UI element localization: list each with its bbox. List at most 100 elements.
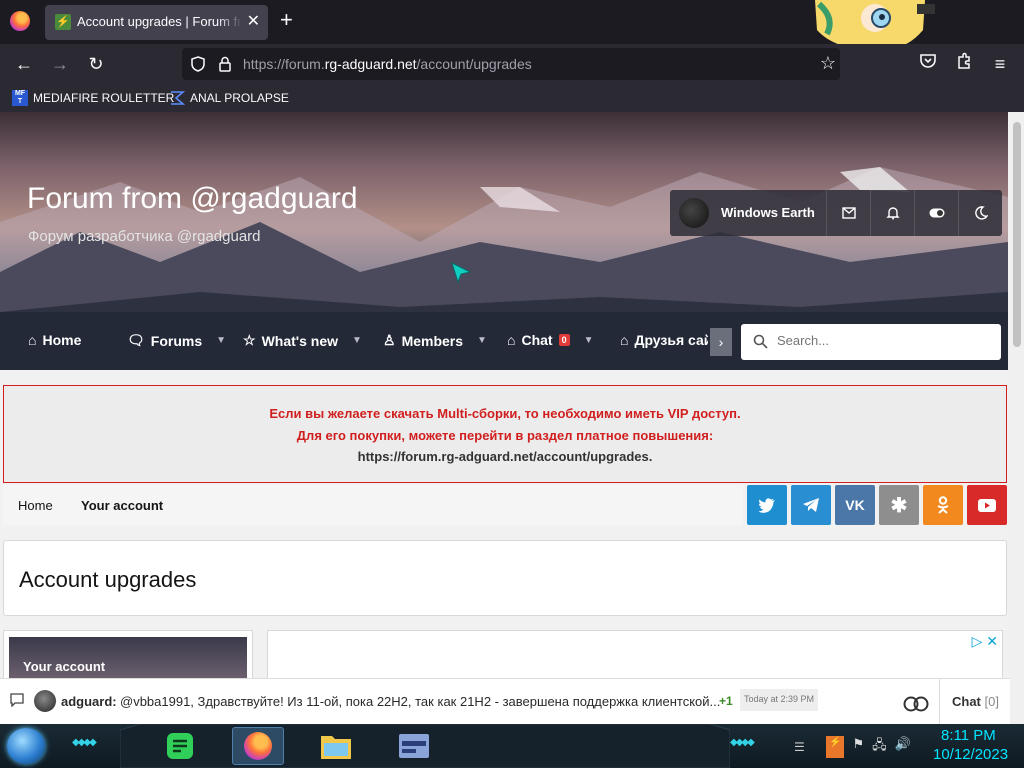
inbox-button[interactable] <box>826 190 870 236</box>
twitter-share-button[interactable] <box>747 485 787 525</box>
menu-hamburger-icon[interactable]: ≡ <box>988 52 1012 76</box>
twitter-icon <box>758 497 775 513</box>
site-title[interactable]: Forum from @rgadguard <box>27 182 358 216</box>
tag-icon: ⌂ <box>620 332 629 348</box>
youtube-icon <box>978 498 996 512</box>
taskbar: ◆◆◆◆ ◆◆◆◆ ☰ ⚡ ⚑ 🖧 🔊 8:11 PM 10/12/2023 <box>0 724 1024 768</box>
user-avatar[interactable] <box>679 198 709 228</box>
chat-tab-label: Chat [0] <box>952 694 999 709</box>
lock-icon[interactable] <box>218 56 232 72</box>
firefox-icon <box>244 732 272 760</box>
folder-icon <box>321 736 351 759</box>
taskbar-app-explorer[interactable] <box>310 727 362 765</box>
asterisk-icon: ✱ <box>890 494 908 517</box>
decorative-chevrons: ◆◆◆◆ <box>730 737 755 748</box>
notice-link[interactable]: https://forum.rg-adguard.net/account/upg… <box>4 449 1006 464</box>
bookmark-mediafire-rouletter[interactable]: MF T MEDIAFIRE ROULETTER <box>12 90 174 106</box>
breadcrumb-home[interactable]: Home <box>18 498 53 513</box>
chat-count-badge: 0 <box>558 334 570 346</box>
tray-network-icon[interactable]: 🖧 <box>872 736 887 758</box>
page-scrollbar[interactable] <box>1010 112 1024 724</box>
search-box[interactable] <box>741 324 1001 360</box>
search-input[interactable] <box>777 333 987 348</box>
sidebar-title: Your account <box>23 659 106 674</box>
system-tray: ⚡ ⚑ 🖧 🔊 <box>826 736 911 758</box>
tray-volume-icon[interactable]: 🔊 <box>895 736 911 758</box>
taskbar-app-firefox[interactable] <box>232 727 284 765</box>
breadcrumb-your-account[interactable]: Your account <box>81 498 163 513</box>
bookmark-label: ANAL PROLAPSE <box>190 91 289 105</box>
bookmarks-toolbar: MF T MEDIAFIRE ROULETTER ANAL PROLAPSE <box>0 84 1024 112</box>
ad-choices-icon[interactable]: ▷ <box>972 633 983 649</box>
chevron-down-icon[interactable]: ▼ <box>477 335 487 346</box>
tray-app-icon[interactable]: ⚡ <box>826 736 845 758</box>
style-toggle-button[interactable] <box>914 190 958 236</box>
vk-share-button[interactable]: VK <box>835 485 875 525</box>
breadcrumb-separator <box>163 502 164 508</box>
notice-line-2: Для его покупки, можете перейти в раздел… <box>296 428 714 443</box>
page-title-block: Account upgrades <box>3 540 1007 616</box>
show-desktop-icon[interactable]: ☰ <box>794 740 805 754</box>
url-prefix: https://forum. <box>243 56 325 72</box>
tracking-shield-icon[interactable] <box>190 56 206 72</box>
username-link[interactable]: Windows Earth <box>721 205 815 220</box>
browser-tab-bar: ⚡ Account upgrades | Forum from @rgadgua… <box>0 0 1024 51</box>
taskbar-app-notes[interactable] <box>154 727 206 765</box>
chevron-down-icon[interactable]: ▼ <box>352 335 362 346</box>
tab-close-icon[interactable]: ✕ <box>247 11 260 31</box>
taskbar-app-window[interactable] <box>388 727 440 765</box>
nav-members[interactable]: ♙ Members ▼ <box>383 332 487 349</box>
user-icon: ♙ <box>383 332 396 348</box>
forward-arrow-icon[interactable]: → <box>48 52 72 76</box>
start-button[interactable] <box>7 728 45 764</box>
back-arrow-icon[interactable]: ← <box>12 52 36 76</box>
browser-tab-active[interactable]: ⚡ Account upgrades | Forum from @rgadgua… <box>45 5 268 40</box>
telegram-share-button[interactable] <box>791 485 831 525</box>
nav-chat[interactable]: ⌂ Chat 0 ▼ <box>507 332 594 348</box>
chat-bar: adguard: @vbba1991, Здравствуйте! Из 11-… <box>0 678 1010 725</box>
chat-toggle-icon[interactable] <box>902 696 930 712</box>
livejournal-share-button[interactable]: ✱ <box>879 485 919 525</box>
new-tab-button[interactable]: + <box>280 9 293 31</box>
chat-user-avatar[interactable] <box>34 690 56 712</box>
firefox-logo-icon[interactable] <box>10 11 30 31</box>
youtube-share-button[interactable] <box>967 485 1007 525</box>
bookmark-anal-prolapse[interactable]: ANAL PROLAPSE <box>169 90 289 106</box>
nav-friends-label: Друзья сайта <box>634 332 708 348</box>
nav-scroll-right-button[interactable]: › <box>710 328 732 356</box>
page-title: Account upgrades <box>19 567 197 592</box>
nav-forums[interactable]: 🗨 Forums ▼ <box>127 332 226 349</box>
ad-choices[interactable]: ▷ ✕ <box>972 633 998 650</box>
pocket-icon[interactable] <box>916 52 940 76</box>
chevron-down-icon[interactable]: ▼ <box>584 335 594 346</box>
bookmark-star-icon[interactable]: ☆ <box>820 53 836 74</box>
clock-date[interactable]: 10/12/2023 <box>933 746 1008 763</box>
scrollbar-thumb[interactable] <box>1013 122 1021 347</box>
toggle-icon <box>929 208 944 218</box>
tray-flag-icon[interactable]: ⚑ <box>852 736 864 758</box>
chevron-down-icon[interactable]: ▼ <box>216 335 226 346</box>
app-window-icon <box>399 734 429 758</box>
nav-home[interactable]: ⌂ Home <box>28 332 81 348</box>
clock-time[interactable]: 8:11 PM <box>941 727 996 744</box>
telegram-icon <box>803 498 819 512</box>
ad-close-icon[interactable]: ✕ <box>986 633 998 649</box>
odnoklassniki-share-button[interactable] <box>923 485 963 525</box>
user-toolbar: Windows Earth <box>670 190 1002 236</box>
nav-friends[interactable]: ⌂ Друзья сайта <box>620 332 708 348</box>
nav-whats-new[interactable]: ☆ What's new ▼ <box>243 332 362 349</box>
url-bar[interactable]: https://forum.rg-adguard.net/account/upg… <box>182 48 840 80</box>
vip-notice: Если вы желаете скачать Multi-сборки, то… <box>3 385 1007 483</box>
chat-username[interactable]: adguard: <box>61 694 117 709</box>
chat-tab-text: Chat <box>952 694 981 709</box>
url-domain: rg-adguard.net <box>324 56 417 72</box>
dark-mode-button[interactable] <box>958 190 1002 236</box>
bell-icon <box>885 207 900 220</box>
message-icon[interactable] <box>10 693 24 707</box>
nav-forums-label: Forums <box>150 332 203 349</box>
extensions-icon[interactable] <box>952 52 976 76</box>
chat-tab[interactable]: Chat [0] <box>939 679 1010 725</box>
alerts-button[interactable] <box>870 190 914 236</box>
reload-icon[interactable]: ↻ <box>84 52 108 76</box>
nav-members-label: Members <box>401 332 464 349</box>
